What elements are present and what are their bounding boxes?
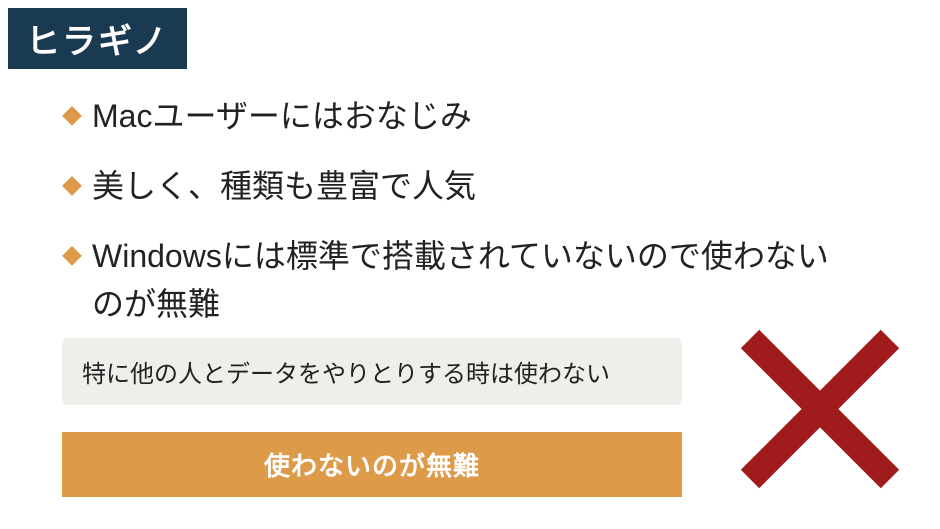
- list-item: Macユーザーにはおなじみ: [62, 92, 842, 140]
- slide-title-text: ヒラギノ: [26, 23, 169, 61]
- list-item: Windowsには標準で搭載されていないので使わないのが無難: [62, 232, 842, 328]
- recommendation-banner: 使わないのが無難: [62, 432, 682, 497]
- diamond-icon: [62, 176, 82, 196]
- bullet-text: Macユーザーにはおなじみ: [92, 92, 842, 140]
- bullet-text: Windowsには標準で搭載されていないので使わないのが無難: [92, 232, 842, 328]
- slide-title-badge: ヒラギノ: [8, 8, 187, 69]
- note-text: 特に他の人とデータをやりとりする時は使わない: [82, 361, 610, 388]
- bullet-text: 美しく、種類も豊富で人気: [92, 162, 842, 210]
- banner-text: 使わないのが無難: [264, 451, 480, 481]
- diamond-icon: [62, 246, 82, 266]
- diamond-icon: [62, 106, 82, 126]
- list-item: 美しく、種類も豊富で人気: [62, 162, 842, 210]
- bullet-list: Macユーザーにはおなじみ 美しく、種類も豊富で人気 Windowsには標準で搭…: [62, 92, 842, 350]
- cross-icon: [730, 319, 910, 499]
- note-box: 特に他の人とデータをやりとりする時は使わない: [62, 338, 682, 405]
